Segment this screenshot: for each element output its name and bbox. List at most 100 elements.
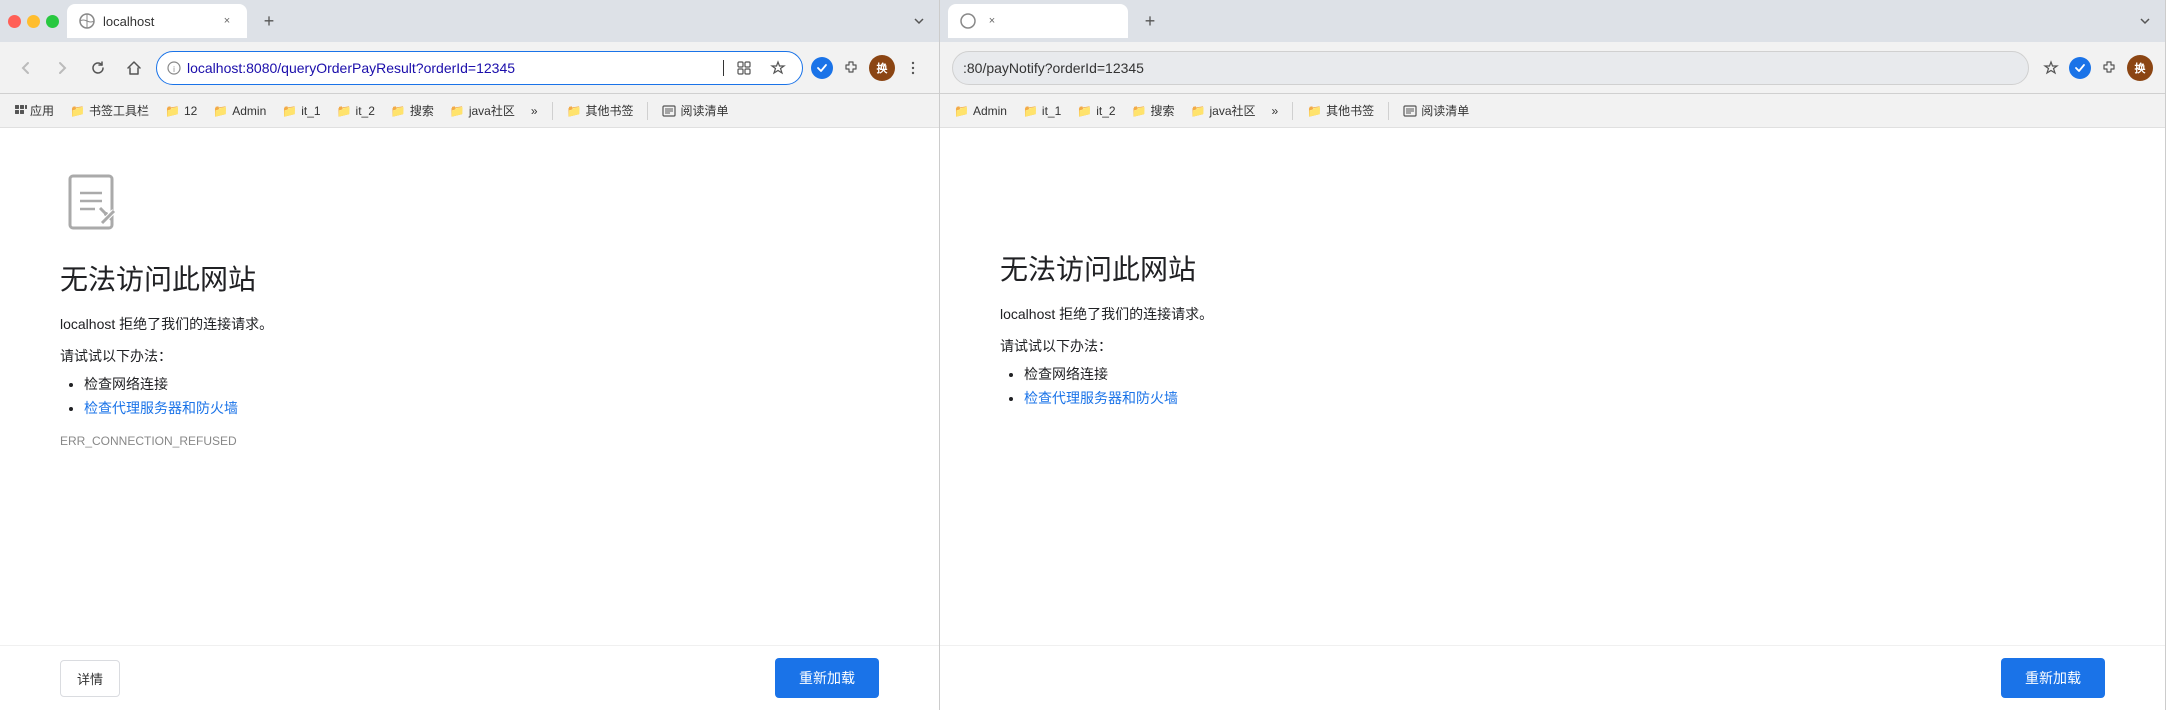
close-window-button[interactable] <box>8 15 21 28</box>
bookmark-apps-left[interactable]: 应用 <box>8 100 60 121</box>
bookmark-other-left[interactable]: 📁 其他书签 <box>561 100 640 121</box>
new-tab-button-right[interactable]: + <box>1136 7 1164 35</box>
bookmark-it1-right[interactable]: 📁 it_1 <box>1017 102 1067 120</box>
bookmark-search-left[interactable]: 📁 搜索 <box>385 100 440 121</box>
details-button-left[interactable]: 详情 <box>60 660 120 697</box>
back-button-left[interactable] <box>12 54 40 82</box>
bookmark-12-left[interactable]: 📁 12 <box>159 102 203 120</box>
reload-button-left[interactable]: 重新加载 <box>775 658 879 698</box>
address-input-left[interactable] <box>187 60 717 76</box>
reading-mode-left[interactable]: 阅读清单 <box>656 100 734 121</box>
error-host-right: localhost <box>1000 306 1055 322</box>
extensions-button-right[interactable] <box>2095 54 2123 82</box>
bookmark-search-right[interactable]: 📁 搜索 <box>1126 100 1181 121</box>
refresh-button-left[interactable] <box>84 54 112 82</box>
folder-icon-0: 📁 <box>70 104 85 118</box>
more-label-right: » <box>1272 104 1279 118</box>
folder-icon-other-r: 📁 <box>1307 104 1322 118</box>
error-list-text-0: 检查网络连接 <box>84 376 168 392</box>
bookmark-label-6: java社区 <box>469 102 515 119</box>
reading-label-right: 阅读清单 <box>1421 102 1469 119</box>
svg-text:i: i <box>173 65 175 74</box>
address-input-right[interactable] <box>963 60 2018 76</box>
error-host-left: localhost <box>60 316 115 332</box>
address-bar-left[interactable]: i <box>156 51 803 85</box>
home-button-left[interactable] <box>120 54 148 82</box>
bookmark-label-1: 12 <box>184 104 197 118</box>
bookmark-admin-right[interactable]: 📁 Admin <box>948 102 1013 120</box>
bookmark-admin-left[interactable]: 📁 Admin <box>207 102 272 120</box>
page-footer-right: 重新加载 <box>940 645 2165 710</box>
folder-icon-r4: 📁 <box>1191 104 1206 118</box>
star-button-left[interactable] <box>764 54 792 82</box>
error-code-left: ERR_CONNECTION_REFUSED <box>60 434 879 448</box>
tab-close-left[interactable]: × <box>219 13 235 29</box>
reload-button-right[interactable]: 重新加载 <box>2001 658 2105 698</box>
nav-icons-right: 换 <box>2037 54 2153 82</box>
folder-icon-r2: 📁 <box>1077 104 1092 118</box>
folder-icon-3: 📁 <box>282 104 297 118</box>
bookmark-separator-right <box>1292 102 1293 120</box>
new-tab-button-left[interactable]: + <box>255 7 283 35</box>
error-list-item-0: 检查网络连接 <box>84 374 879 394</box>
folder-icon-2: 📁 <box>213 104 228 118</box>
bookmark-label-0: 书签工具栏 <box>89 102 149 119</box>
reading-icon-left <box>662 104 676 118</box>
grid-icon-left[interactable] <box>730 54 758 82</box>
page-content-left: 无法访问此网站 localhost 拒绝了我们的连接请求。 请试试以下办法： 检… <box>0 128 939 645</box>
forward-button-left[interactable] <box>48 54 76 82</box>
proxy-firewall-link-left[interactable]: 检查代理服务器和防火墙 <box>84 400 238 416</box>
bookmark-java-right[interactable]: 📁 java社区 <box>1185 100 1262 121</box>
folder-icon-other: 📁 <box>567 104 582 118</box>
bookmark-it2-right[interactable]: 📁 it_2 <box>1071 102 1121 120</box>
sync-check-icon-right <box>2069 57 2091 79</box>
bookmark-r1-label: it_1 <box>1042 104 1061 118</box>
error-description-right: localhost 拒绝了我们的连接请求。 <box>1000 304 2105 324</box>
error-description-left: localhost 拒绝了我们的连接请求。 <box>60 314 879 334</box>
bookmark-more-right[interactable]: » <box>1266 102 1285 120</box>
tab-overflow-chevron-left[interactable] <box>907 9 931 33</box>
star-button-right[interactable] <box>2037 54 2065 82</box>
error-title-right: 无法访问此网站 <box>1000 248 2105 288</box>
active-tab-right[interactable]: × <box>948 4 1128 38</box>
tab-close-right[interactable]: × <box>984 13 1000 29</box>
nav-bar-left: i <box>0 42 939 94</box>
bookmark-toolbar-left[interactable]: 📁 书签工具栏 <box>64 100 155 121</box>
folder-icon-r3: 📁 <box>1132 104 1147 118</box>
bookmark-it2-left[interactable]: 📁 it_2 <box>331 102 381 120</box>
bookmark-r3-label: 搜索 <box>1151 102 1175 119</box>
bookmark-more-left[interactable]: » <box>525 102 544 120</box>
other-label-right: 其他书签 <box>1326 102 1374 119</box>
profile-avatar-left[interactable]: 换 <box>869 55 895 81</box>
page-content-right: 无法访问此网站 localhost 拒绝了我们的连接请求。 请试试以下办法： 检… <box>940 128 2165 645</box>
tab-favicon-left <box>79 13 95 29</box>
extensions-button-left[interactable] <box>837 54 865 82</box>
maximize-window-button[interactable] <box>46 15 59 28</box>
address-bar-right[interactable] <box>952 51 2029 85</box>
bookmark-other-right[interactable]: 📁 其他书签 <box>1301 100 1380 121</box>
proxy-firewall-link-right[interactable]: 检查代理服务器和防火墙 <box>1024 390 1178 406</box>
profile-avatar-right[interactable]: 换 <box>2127 55 2153 81</box>
tab-favicon-right <box>960 13 976 29</box>
bookmark-separator-left <box>552 102 553 120</box>
bookmark-java-left[interactable]: 📁 java社区 <box>444 100 521 121</box>
error-description-suffix-left: 拒绝了我们的连接请求。 <box>115 316 273 332</box>
active-tab-left[interactable]: localhost × <box>67 4 247 38</box>
minimize-window-button[interactable] <box>27 15 40 28</box>
bookmarks-bar-left: 应用 📁 书签工具栏 📁 12 📁 Admin 📁 it_1 📁 it_2 <box>0 94 939 128</box>
folder-icon-6: 📁 <box>450 104 465 118</box>
reading-mode-right[interactable]: 阅读清单 <box>1397 100 1475 121</box>
bookmark-r0-label: Admin <box>973 104 1007 118</box>
address-cursor-left <box>723 60 724 76</box>
more-menu-button-left[interactable] <box>899 54 927 82</box>
tab-overflow-chevron-right[interactable] <box>2133 9 2157 33</box>
nav-icons-left: 换 <box>811 54 927 82</box>
firewall-char-right: 墙 <box>1164 390 1178 406</box>
reading-separator-left <box>647 102 648 120</box>
folder-icon-r1: 📁 <box>1023 104 1038 118</box>
sync-check-icon-left <box>811 57 833 79</box>
bookmark-it1-left[interactable]: 📁 it_1 <box>276 102 326 120</box>
other-label-left: 其他书签 <box>585 102 633 119</box>
address-security-icon-left: i <box>167 61 181 75</box>
error-list-left: 检查网络连接 检查代理服务器和防火墙 <box>60 374 879 418</box>
